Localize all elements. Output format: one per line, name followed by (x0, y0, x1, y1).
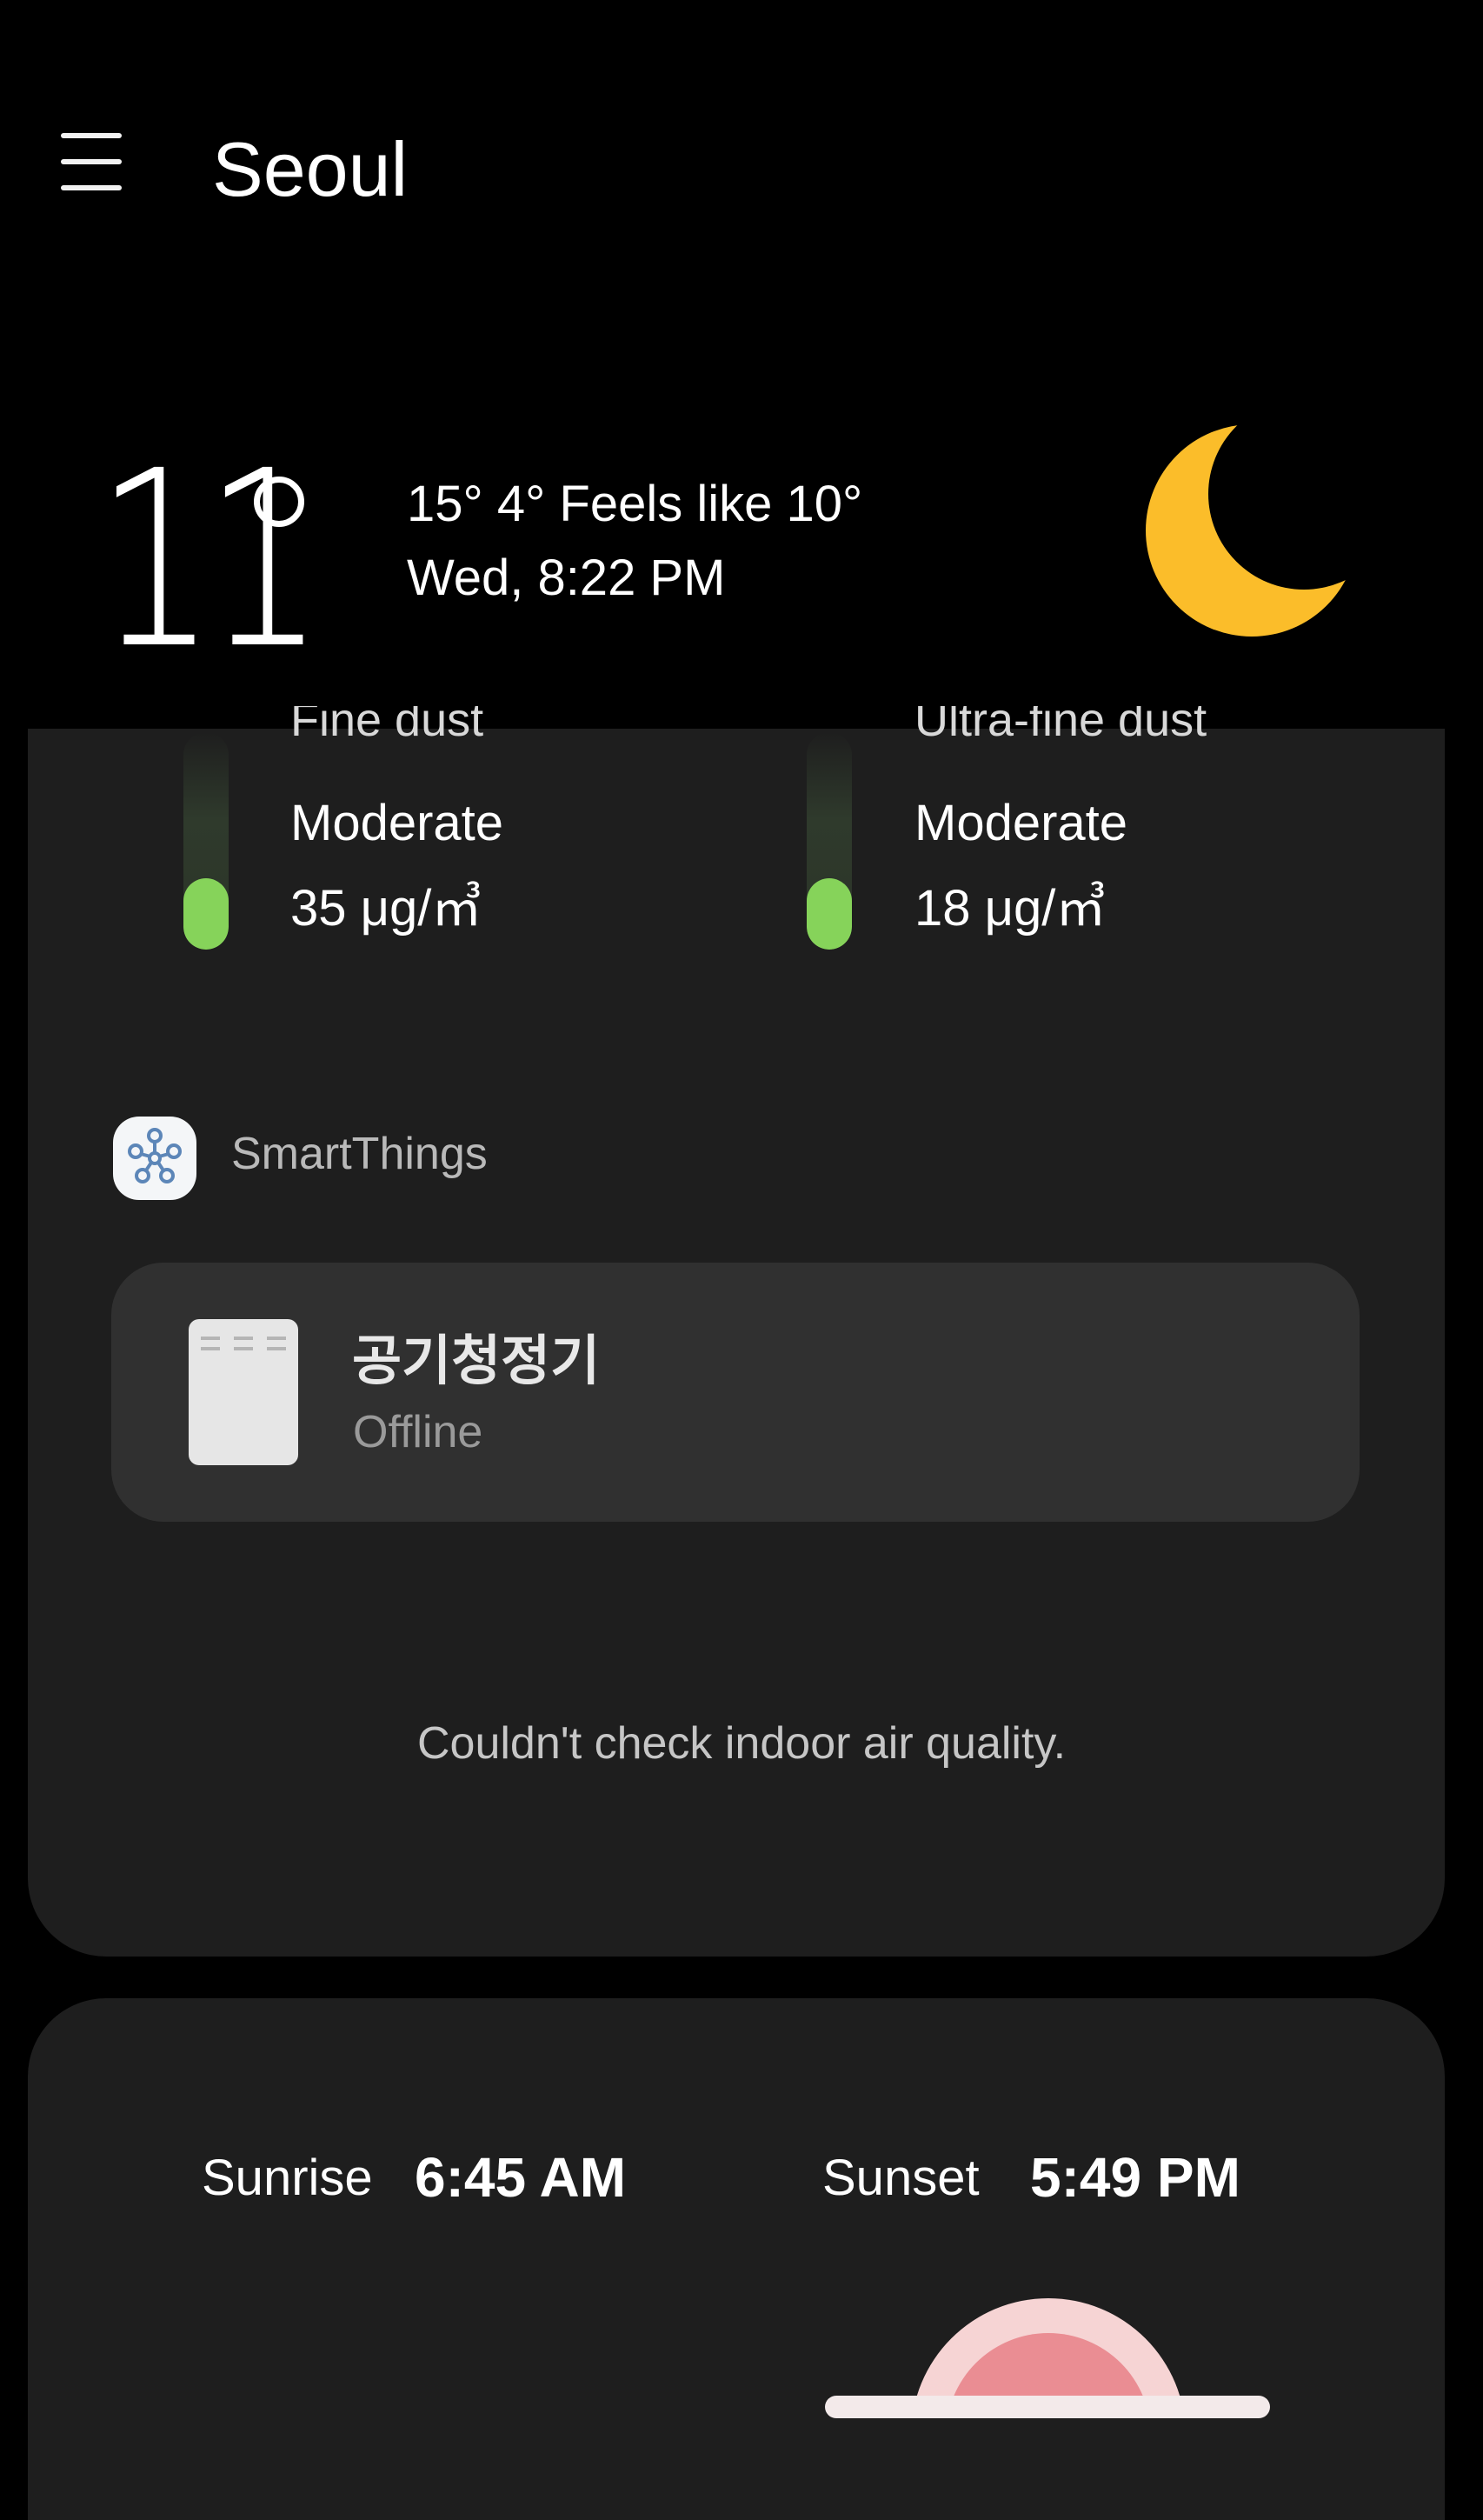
device-status: Offline (353, 1407, 483, 1457)
smartthings-label[interactable]: SmartThings (231, 1126, 488, 1182)
degree-symbol-icon (254, 477, 304, 527)
menu-button[interactable] (52, 126, 130, 200)
fine-dust-label: Fine dust (290, 706, 484, 746)
device-name: 공기청정기 (352, 1329, 601, 1392)
device-card[interactable] (111, 1263, 1360, 1522)
hi-lo-feels-like: 15° 4° Feels like 10° (407, 476, 863, 532)
air-purifier-icon (189, 1319, 298, 1465)
smartthings-icon (113, 1117, 196, 1200)
sunset-label: Sunset (822, 2150, 980, 2206)
indoor-air-message: Couldn't check indoor air quality. (416, 1718, 1067, 1769)
sun-position-icon (821, 2298, 1273, 2430)
current-datetime: Wed, 8:22 PM (407, 550, 726, 606)
menu-icon-line (61, 133, 122, 138)
crescent-moon-icon (1146, 424, 1358, 637)
city-name[interactable]: Seoul (212, 122, 408, 217)
current-temperature: 11 (96, 419, 325, 703)
ultra-fine-dust-label: Ultra-fine dust (914, 706, 1207, 746)
menu-icon-line (61, 185, 122, 190)
fine-dust-level-bar (183, 732, 229, 950)
fine-dust-value: 35 μg/㎥ (290, 880, 482, 937)
ultra-fine-dust-value: 18 μg/㎥ (914, 880, 1107, 937)
menu-icon-line (61, 159, 122, 164)
sunrise-label: Sunrise (202, 2150, 373, 2206)
ultra-fine-dust-level-bar (807, 732, 852, 950)
ultra-fine-dust-level-fill (807, 877, 852, 950)
sunset-time: 5:49 PM (1030, 2146, 1240, 2209)
sunrise-time: 6:45 AM (415, 2146, 627, 2209)
sun-card (28, 1998, 1445, 2520)
fine-dust-level: Moderate (290, 795, 504, 851)
fine-dust-level-fill (183, 877, 229, 950)
ultra-fine-dust-level: Moderate (914, 795, 1128, 851)
